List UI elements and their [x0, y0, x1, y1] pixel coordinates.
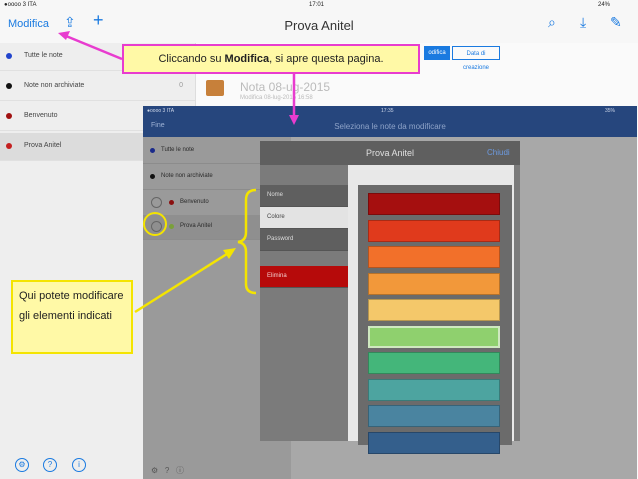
- color-swatch[interactable]: [368, 352, 500, 374]
- search-icon[interactable]: ⌕: [548, 14, 556, 31]
- callout-text-pre: Cliccando su: [158, 53, 225, 65]
- notebook-color-dot: [6, 143, 12, 149]
- menu-item-label: Elimina: [267, 273, 287, 279]
- settings-icon[interactable]: ⚙: [15, 458, 29, 472]
- sidebar-item-label: Benvenuto: [24, 112, 58, 119]
- color-swatch[interactable]: [368, 246, 500, 268]
- inner-carrier-label: ●oooo 3 ITA: [147, 108, 175, 114]
- modal-title: Prova Anitel: [365, 148, 415, 158]
- callout-text-post: , si apre questa pagina.: [269, 53, 384, 65]
- color-swatch[interactable]: [368, 193, 500, 215]
- clock-label: 17:01: [309, 2, 325, 8]
- sidebar-item-label: Note non archiviate: [24, 82, 85, 89]
- notebook-color-dot: [169, 200, 174, 205]
- help-icon[interactable]: ?: [43, 458, 57, 472]
- color-swatch[interactable]: [368, 325, 500, 348]
- note-title[interactable]: Nota 08-ug-2015: [240, 80, 330, 94]
- menu-item-nome[interactable]: Nome: [260, 185, 348, 207]
- inner-footer-icons: ⚙ ? ⓘ: [151, 466, 184, 475]
- tab-creation-date[interactable]: Data di creazione: [452, 46, 500, 71]
- color-swatch[interactable]: [368, 405, 500, 427]
- color-swatch[interactable]: [368, 299, 500, 321]
- inner-sidebar-label: Prova Anitel: [180, 223, 213, 229]
- inner-page-title: Seleziona le note da modificare: [334, 122, 446, 131]
- sidebar-item-count: 0: [179, 82, 183, 89]
- callout-modifica: Cliccando su Modifica, si apre questa pa…: [122, 44, 420, 74]
- download-icon[interactable]: ⤓: [580, 14, 586, 31]
- note-subtitle: Modifica 08-lug-2015 16:58: [240, 95, 313, 101]
- notebook-color-dot: [150, 174, 155, 179]
- color-swatch[interactable]: [368, 272, 500, 295]
- compose-icon[interactable]: ✎: [610, 14, 622, 31]
- menu-item-password[interactable]: Password: [260, 229, 348, 251]
- inner-clock-label: 17:35: [381, 108, 394, 114]
- note-thumbnail-icon: [206, 80, 224, 96]
- callout-text-bold: Modifica: [224, 53, 270, 65]
- inner-sidebar-label: Tutte le note: [161, 147, 195, 153]
- sidebar-item-label: Tutte le note: [24, 52, 63, 59]
- battery-label: 24%: [598, 2, 611, 8]
- color-swatch[interactable]: [368, 431, 500, 454]
- color-swatch[interactable]: [368, 378, 500, 401]
- tab-modified[interactable]: odifica: [424, 46, 450, 60]
- menu-item-label: Nome: [267, 192, 284, 198]
- menu-item-label: Password: [267, 236, 294, 242]
- inner-sidebar-label: Benvenuto: [180, 199, 209, 205]
- edit-gear-icon[interactable]: [151, 197, 162, 208]
- menu-item-elimina[interactable]: Elimina: [260, 266, 348, 288]
- inner-status-bar: ●oooo 3 ITA 17:35 35%: [143, 106, 637, 117]
- notebook-color-dot: [6, 113, 12, 119]
- notebook-color-dot: [169, 224, 174, 229]
- notebook-color-dot: [6, 83, 12, 89]
- callout-edit-items: Qui potete modificare gli elementi indic…: [11, 280, 133, 354]
- edit-gear-icon[interactable]: [151, 221, 162, 232]
- inner-sidebar-label: Note non archiviate: [161, 173, 213, 179]
- sidebar-item-unarchived[interactable]: Note non archiviate 0: [0, 73, 195, 101]
- info-icon[interactable]: i: [72, 458, 86, 472]
- close-button[interactable]: Chiudi: [487, 148, 510, 157]
- menu-item-label: Colore: [267, 214, 285, 220]
- sidebar-item-label: Prova Anitel: [24, 142, 62, 149]
- inner-battery-label: 35%: [605, 108, 616, 114]
- menu-item-colore[interactable]: Colore: [260, 207, 348, 229]
- carrier-label: ●oooo 3 ITA: [4, 2, 37, 8]
- page-title: Prova Anitel: [284, 18, 354, 33]
- notebook-color-dot: [6, 53, 12, 59]
- color-swatch[interactable]: [368, 219, 500, 242]
- notebook-color-dot: [150, 148, 155, 153]
